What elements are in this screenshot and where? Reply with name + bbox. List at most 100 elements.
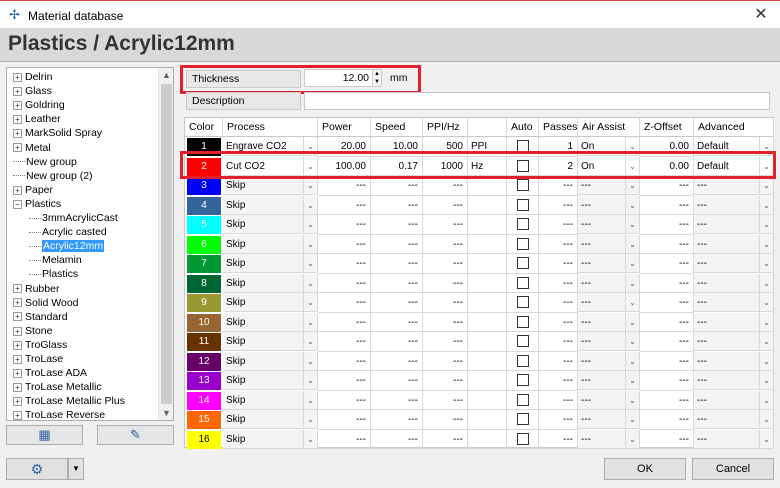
process-select[interactable]: Skip ⌄ bbox=[223, 351, 318, 371]
color-swatch[interactable]: 9 bbox=[187, 294, 221, 312]
expand-icon[interactable]: + bbox=[13, 340, 22, 350]
expand-icon[interactable]: + bbox=[13, 129, 22, 139]
auto-checkbox[interactable] bbox=[517, 276, 529, 289]
process-select[interactable]: Skip ⌄ bbox=[223, 254, 318, 273]
speed-cell[interactable]: --- bbox=[371, 293, 423, 313]
power-cell[interactable]: --- bbox=[318, 390, 371, 410]
expand-icon[interactable]: + bbox=[13, 382, 22, 392]
air-assist-select[interactable]: --- ⌄ bbox=[578, 332, 640, 351]
advanced-select[interactable]: --- ⌄ bbox=[694, 371, 774, 390]
process-select[interactable]: Skip ⌄ bbox=[223, 429, 318, 449]
tree-item[interactable]: New group bbox=[13, 155, 77, 169]
color-swatch[interactable]: 11 bbox=[187, 333, 221, 351]
ppi-cell[interactable]: --- bbox=[423, 371, 468, 391]
tree-item[interactable]: + Glass bbox=[13, 84, 52, 98]
speed-cell[interactable]: --- bbox=[371, 390, 423, 410]
power-cell[interactable]: --- bbox=[318, 332, 371, 352]
speed-cell[interactable]: --- bbox=[371, 254, 423, 274]
passes-cell[interactable]: --- bbox=[539, 390, 578, 410]
passes-cell[interactable]: --- bbox=[539, 254, 578, 274]
speed-cell[interactable]: --- bbox=[371, 429, 423, 449]
air-assist-select[interactable]: --- ⌄ bbox=[578, 215, 640, 234]
auto-checkbox[interactable] bbox=[517, 432, 529, 445]
advanced-select[interactable]: --- ⌄ bbox=[694, 273, 774, 293]
tree-item[interactable]: + Delrin bbox=[13, 70, 52, 84]
power-cell[interactable]: --- bbox=[318, 429, 371, 449]
zoffset-cell[interactable]: --- bbox=[640, 234, 694, 254]
color-swatch[interactable]: 14 bbox=[187, 391, 221, 410]
tree-item[interactable]: + Solid Wood bbox=[13, 296, 79, 310]
air-assist-select[interactable]: --- ⌄ bbox=[578, 410, 640, 429]
advanced-select[interactable]: --- ⌄ bbox=[694, 351, 774, 371]
ppi-cell[interactable]: --- bbox=[423, 195, 468, 215]
advanced-select[interactable]: --- ⌄ bbox=[694, 312, 774, 332]
expand-icon[interactable]: + bbox=[13, 100, 22, 110]
cancel-button[interactable]: Cancel bbox=[692, 458, 774, 480]
air-assist-select[interactable]: --- ⌄ bbox=[578, 351, 640, 371]
auto-checkbox[interactable] bbox=[517, 354, 529, 367]
ppi-cell[interactable]: --- bbox=[423, 293, 468, 313]
zoffset-cell[interactable]: --- bbox=[640, 312, 694, 332]
process-select[interactable]: Skip ⌄ bbox=[223, 390, 318, 410]
tree-item[interactable]: + TroLase Reverse bbox=[13, 408, 105, 420]
process-select[interactable]: Skip ⌄ bbox=[223, 215, 318, 234]
ppi-cell[interactable]: --- bbox=[423, 234, 468, 254]
ppi-cell[interactable]: --- bbox=[423, 312, 468, 332]
passes-cell[interactable]: --- bbox=[539, 234, 578, 254]
zoffset-cell[interactable]: --- bbox=[640, 371, 694, 391]
tree-item[interactable]: New group (2) bbox=[13, 169, 93, 183]
tree-item[interactable]: + TroGlass bbox=[13, 338, 67, 352]
process-select[interactable]: Skip ⌄ bbox=[223, 332, 318, 351]
passes-cell[interactable]: --- bbox=[539, 351, 578, 371]
tree-item[interactable]: + Metal bbox=[13, 141, 51, 155]
auto-checkbox[interactable] bbox=[517, 393, 529, 406]
expand-icon[interactable]: + bbox=[13, 72, 22, 82]
tree-item[interactable]: Plastics bbox=[29, 267, 78, 281]
expand-icon[interactable]: + bbox=[13, 326, 22, 336]
expand-icon[interactable]: + bbox=[13, 143, 22, 153]
expand-icon[interactable]: + bbox=[13, 397, 22, 407]
advanced-select[interactable]: --- ⌄ bbox=[694, 293, 774, 312]
air-assist-select[interactable]: --- ⌄ bbox=[578, 273, 640, 293]
passes-cell[interactable]: --- bbox=[539, 410, 578, 430]
collapse-icon[interactable]: − bbox=[13, 199, 22, 209]
color-swatch[interactable]: 16 bbox=[187, 430, 221, 449]
tree-scrollbar[interactable]: ▲ ▼ bbox=[158, 68, 173, 420]
ppi-cell[interactable]: --- bbox=[423, 410, 468, 430]
auto-checkbox[interactable] bbox=[517, 257, 529, 269]
auto-checkbox[interactable] bbox=[517, 198, 529, 211]
process-select[interactable]: Skip ⌄ bbox=[223, 234, 318, 254]
description-input[interactable] bbox=[304, 92, 770, 110]
tree-item[interactable]: + Leather bbox=[13, 112, 61, 126]
tree-item[interactable]: − Plastics bbox=[13, 197, 61, 211]
zoffset-cell[interactable]: --- bbox=[640, 273, 694, 293]
power-cell[interactable]: --- bbox=[318, 234, 371, 254]
process-select[interactable]: Skip ⌄ bbox=[223, 273, 318, 293]
passes-cell[interactable]: --- bbox=[539, 293, 578, 313]
material-tree[interactable]: ▲ ▼ + Delrin + Glass + Goldring + Leather + MarkS… bbox=[6, 67, 174, 421]
zoffset-cell[interactable]: --- bbox=[640, 293, 694, 313]
zoffset-cell[interactable]: --- bbox=[640, 254, 694, 274]
auto-checkbox[interactable] bbox=[517, 179, 529, 191]
speed-cell[interactable]: --- bbox=[371, 351, 423, 371]
auto-checkbox[interactable] bbox=[517, 315, 529, 328]
passes-cell[interactable]: --- bbox=[539, 312, 578, 332]
expand-icon[interactable]: + bbox=[13, 284, 22, 294]
expand-icon[interactable]: + bbox=[13, 298, 22, 308]
expand-icon[interactable]: + bbox=[13, 411, 22, 420]
passes-cell[interactable]: --- bbox=[539, 332, 578, 352]
add-material-button[interactable]: ▦ bbox=[6, 425, 83, 445]
process-select[interactable]: Skip ⌄ bbox=[223, 371, 318, 390]
zoffset-cell[interactable]: --- bbox=[640, 215, 694, 235]
color-swatch[interactable]: 8 bbox=[187, 274, 221, 293]
power-cell[interactable]: --- bbox=[318, 254, 371, 274]
auto-checkbox[interactable] bbox=[517, 413, 529, 425]
color-swatch[interactable]: 3 bbox=[187, 177, 221, 195]
advanced-select[interactable]: --- ⌄ bbox=[694, 215, 774, 234]
power-cell[interactable]: --- bbox=[318, 293, 371, 313]
power-cell[interactable]: --- bbox=[318, 371, 371, 391]
speed-cell[interactable]: --- bbox=[371, 371, 423, 391]
expand-icon[interactable]: + bbox=[13, 368, 22, 378]
air-assist-select[interactable]: --- ⌄ bbox=[578, 195, 640, 215]
air-assist-select[interactable]: --- ⌄ bbox=[578, 293, 640, 312]
